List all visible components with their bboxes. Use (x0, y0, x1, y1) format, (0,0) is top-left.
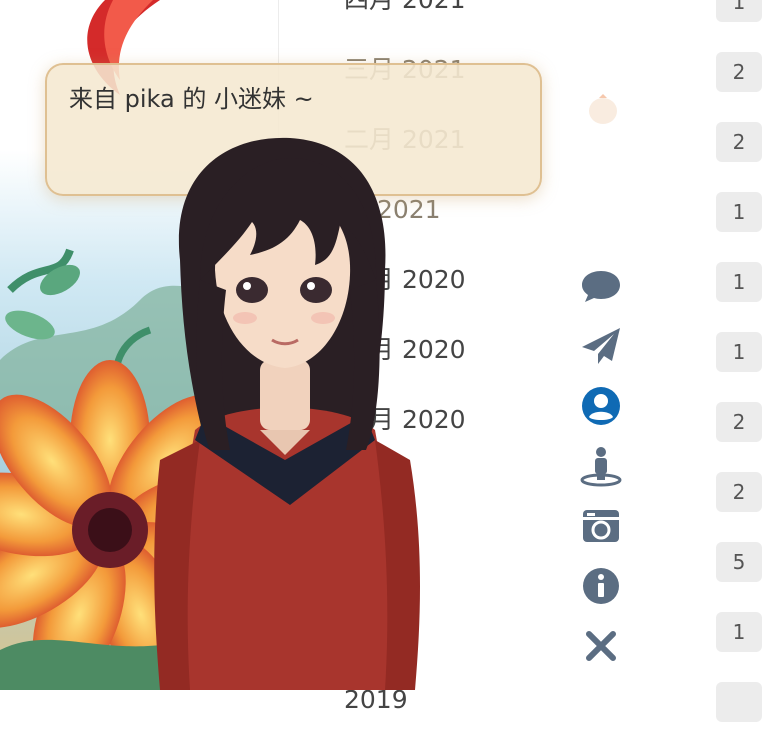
archive-count-badge: 2 (716, 472, 762, 512)
archive-count-badge: 1 (716, 262, 762, 302)
info-circle-icon[interactable] (580, 565, 622, 607)
archive-count-badge: 2 (716, 122, 762, 162)
archive-count-badge: 1 (716, 192, 762, 232)
egg-icon (589, 94, 617, 124)
archive-count-badge: 5 (716, 542, 762, 582)
archive-month-link[interactable]: 四月 2021 (344, 0, 466, 35)
live2d-message-text: 来自 pika 的 小迷妹 ~ (69, 85, 314, 113)
user-circle-icon[interactable] (580, 385, 622, 427)
paper-plane-icon[interactable] (580, 325, 622, 367)
archive-count-badge: 1 (716, 612, 762, 652)
live2d-character[interactable] (140, 130, 430, 690)
street-view-icon[interactable] (580, 445, 622, 487)
archive-count-badge (716, 682, 762, 722)
comment-icon[interactable] (580, 265, 622, 307)
archive-count-badge: 2 (716, 402, 762, 442)
camera-retro-icon[interactable] (580, 505, 622, 547)
archive-count-badge: 2 (716, 52, 762, 92)
close-icon[interactable] (580, 625, 622, 667)
archive-count-badge: 1 (716, 332, 762, 372)
archive-count-badge: 1 (716, 0, 762, 22)
